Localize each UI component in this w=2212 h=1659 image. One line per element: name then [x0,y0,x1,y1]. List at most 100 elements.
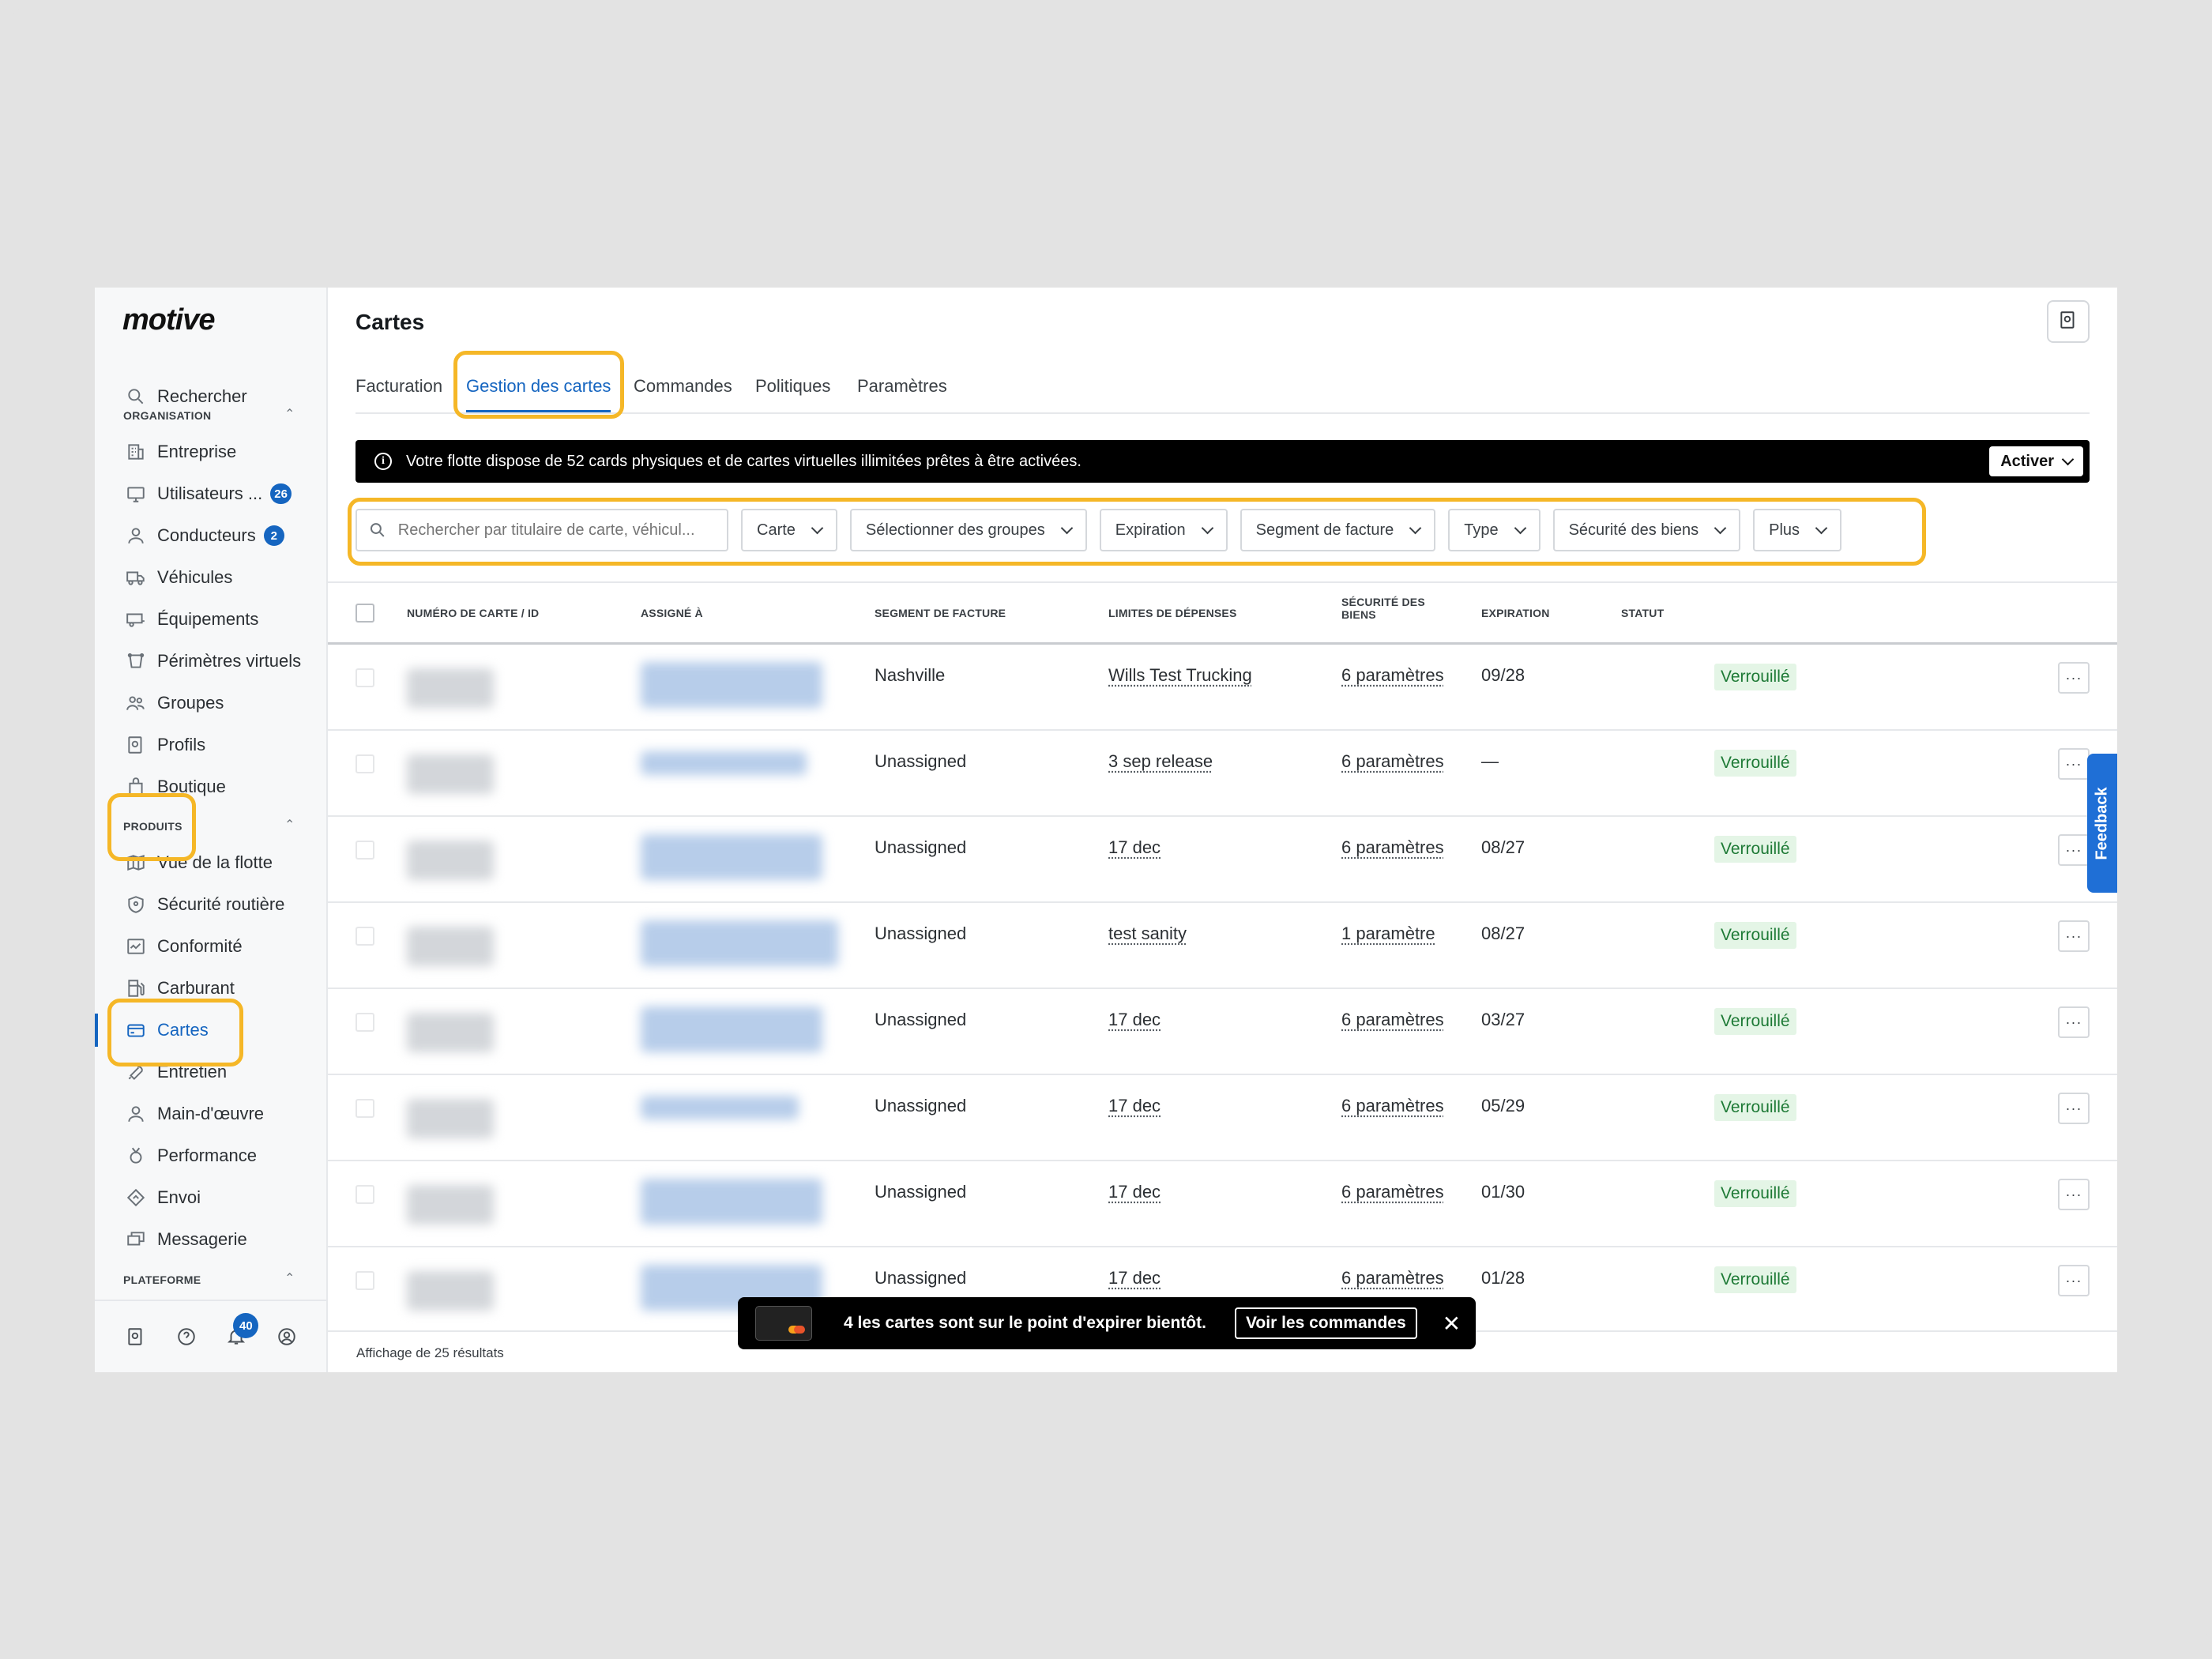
sidebar-item-entreprise[interactable]: Entreprise [95,432,328,472]
filter-expiration[interactable]: Expiration [1099,509,1228,551]
search-input[interactable] [397,521,727,540]
help-icon[interactable] [174,1324,199,1349]
row-actions-button[interactable]: ··· [2058,1006,2090,1038]
row-checkbox[interactable] [356,1013,374,1032]
account-icon[interactable] [274,1324,299,1349]
row-checkbox[interactable] [356,1185,374,1204]
filter-groupes[interactable]: Sélectionner des groupes [849,509,1087,551]
expiration-cell: 01/30 [1481,1182,1525,1202]
row-checkbox[interactable] [356,754,374,773]
sidebar-item-boutique[interactable]: Boutique [95,767,328,807]
filter-carte[interactable]: Carte [741,509,837,551]
view-orders-button[interactable]: Voir les commandes [1234,1307,1417,1339]
column-expiration[interactable]: EXPIRATION [1481,607,1550,619]
row-checkbox[interactable] [356,927,374,946]
sidebar-item-groupes[interactable]: Groupes [95,683,328,723]
row-actions-button[interactable]: ··· [2058,1179,2090,1210]
spending-limit-link[interactable]: 17 dec [1108,1268,1161,1288]
table-row[interactable]: Unassigned 17 dec 6 paramètres 05/29 Ver… [328,1075,2117,1161]
blurred-card-number [407,1099,494,1138]
tab-parametres[interactable]: Paramètres [857,376,947,397]
sidebar-item-performance[interactable]: Performance [95,1136,328,1176]
row-checkbox[interactable] [356,1099,374,1118]
sidebar-item-utilisateurs[interactable]: Utilisateurs ... 26 [95,474,328,514]
segment-cell: Unassigned [875,751,967,771]
search-field[interactable] [356,509,728,551]
security-settings-link[interactable]: 6 paramètres [1341,751,1444,772]
row-checkbox[interactable] [356,1271,374,1290]
row-actions-button[interactable]: ··· [2058,1093,2090,1124]
security-settings-link[interactable]: 6 paramètres [1341,1096,1444,1116]
sidebar-item-messagerie[interactable]: Messagerie [95,1220,328,1259]
column-segment[interactable]: SEGMENT DE FACTURE [875,607,1006,619]
sidebar-item-conformite[interactable]: Conformité [95,927,328,966]
column-assigned-to[interactable]: ASSIGNÉ À [641,607,703,619]
truck-icon [124,566,148,589]
spending-limit-link[interactable]: Wills Test Trucking [1108,665,1252,686]
row-actions-button[interactable]: ··· [2058,748,2090,780]
security-settings-link[interactable]: 6 paramètres [1341,1010,1444,1030]
column-limits[interactable]: LIMITES DE DÉPENSES [1108,607,1237,619]
security-settings-link[interactable]: 6 paramètres [1341,1182,1444,1202]
sidebar-item-securite-routiere[interactable]: Sécurité routière [95,885,328,924]
monitor-icon [124,482,148,506]
motive-logo[interactable]: motive [122,303,215,337]
sidebar-item-conducteurs[interactable]: Conducteurs 2 [95,516,328,555]
tab-gestion-des-cartes[interactable]: Gestion des cartes [466,376,611,412]
spending-limit-link[interactable]: 17 dec [1108,1096,1161,1116]
table-row[interactable]: Unassigned 17 dec 6 paramètres 01/30 Ver… [328,1161,2117,1247]
close-icon[interactable]: ✕ [1443,1311,1461,1337]
sidebar-item-envoi[interactable]: Envoi [95,1178,328,1217]
chevron-up-icon[interactable]: ⌃ [284,817,295,833]
security-settings-link[interactable]: 6 paramètres [1341,665,1444,686]
column-card-number[interactable]: NUMÉRO DE CARTE / ID [407,607,539,619]
spending-limit-link[interactable]: test sanity [1108,924,1187,944]
feedback-tab[interactable]: Feedback [2087,754,2117,893]
sidebar-item-entretien[interactable]: Entretien [95,1052,328,1092]
row-actions-button[interactable]: ··· [2058,1265,2090,1296]
filter-segment[interactable]: Segment de facture [1240,509,1436,551]
sidebar-item-profils[interactable]: Profils [95,725,328,765]
spending-limit-link[interactable]: 17 dec [1108,1010,1161,1030]
sidebar-item-cartes[interactable]: Cartes [95,1010,328,1050]
security-settings-link[interactable]: 1 paramètre [1341,924,1435,944]
column-status[interactable]: STATUT [1621,607,1664,619]
tab-politiques[interactable]: Politiques [755,376,830,397]
activate-button[interactable]: Activer [1989,446,2083,476]
table-row[interactable]: Unassigned 3 sep release 6 paramètres — … [328,731,2117,817]
profile-badge-icon[interactable] [123,1324,149,1349]
tab-facturation[interactable]: Facturation [356,376,442,397]
sidebar-item-perimetres[interactable]: Périmètres virtuels [95,641,328,681]
bell-icon[interactable]: 40 [224,1313,259,1349]
sidebar-item-equipements[interactable]: Équipements [95,600,328,639]
table-row[interactable]: Nashville Wills Test Trucking 6 paramètr… [328,645,2117,731]
sidebar-item-main-oeuvre[interactable]: Main-d'œuvre [95,1094,328,1134]
profile-settings-button[interactable] [2047,300,2090,343]
sidebar-item-vehicules[interactable]: Véhicules [95,558,328,597]
filter-securite[interactable]: Sécurité des biens [1552,509,1741,551]
filter-type[interactable]: Type [1448,509,1540,551]
table-row[interactable]: Unassigned test sanity 1 paramètre 08/27… [328,903,2117,989]
spending-limit-link[interactable]: 3 sep release [1108,751,1213,772]
row-actions-button[interactable]: ··· [2058,834,2090,866]
row-actions-button[interactable]: ··· [2058,920,2090,952]
trailer-icon [124,608,148,631]
chevron-up-icon[interactable]: ⌃ [284,1270,295,1286]
column-security[interactable]: SÉCURITÉ DES BIENS [1341,596,1425,621]
sidebar-item-carburant[interactable]: Carburant [95,969,328,1008]
row-actions-button[interactable]: ··· [2058,662,2090,694]
table-row[interactable]: Unassigned 17 dec 6 paramètres 08/27 Ver… [328,817,2117,903]
chevron-up-icon[interactable]: ⌃ [284,406,295,422]
select-all-checkbox[interactable] [356,604,374,623]
card-thumbnail [755,1306,812,1341]
spending-limit-link[interactable]: 17 dec [1108,837,1161,858]
filter-plus[interactable]: Plus [1753,509,1842,551]
security-settings-link[interactable]: 6 paramètres [1341,837,1444,858]
security-settings-link[interactable]: 6 paramètres [1341,1268,1444,1288]
sidebar-item-vue-flotte[interactable]: Vue de la flotte [95,843,328,882]
row-checkbox[interactable] [356,668,374,687]
tab-commandes[interactable]: Commandes [634,376,732,397]
row-checkbox[interactable] [356,841,374,860]
table-row[interactable]: Unassigned 17 dec 6 paramètres 03/27 Ver… [328,989,2117,1075]
spending-limit-link[interactable]: 17 dec [1108,1182,1161,1202]
